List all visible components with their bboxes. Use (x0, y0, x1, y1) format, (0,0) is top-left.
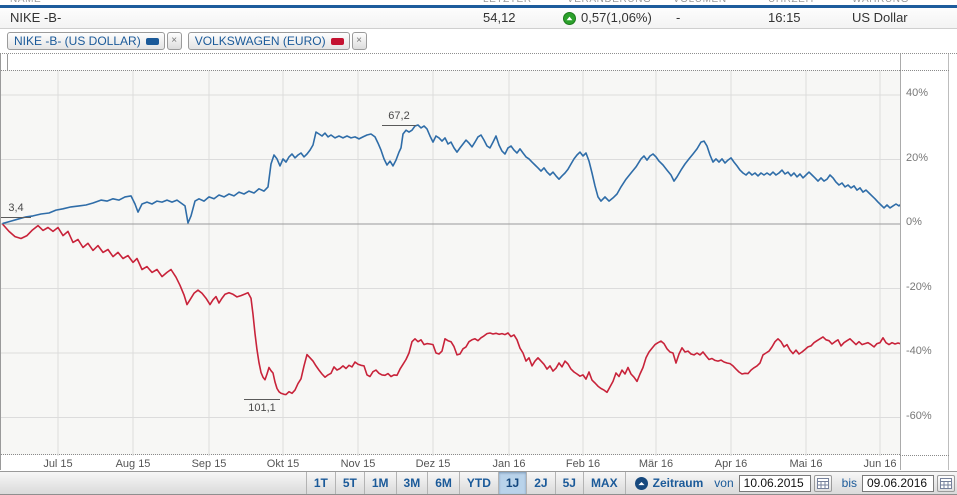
chart-widget: 67,2 3,4 101,1 40% 20% 0% -20% -40% -60% Jul 15… (0, 54, 957, 471)
price-annotation: 101,1 (232, 402, 292, 414)
calendar-from-button[interactable] (814, 475, 832, 492)
date-from-input[interactable] (739, 475, 811, 492)
x-tick-label: Jul 15 (26, 458, 90, 470)
plot-top-border-ext (900, 70, 949, 71)
annotation-line (1, 217, 31, 218)
range-button-1j[interactable]: 1J (499, 472, 527, 494)
y-tick-label: -40% (906, 345, 932, 357)
x-tick-label: Feb 16 (551, 458, 615, 470)
x-tick-label: Aug 15 (101, 458, 165, 470)
tag-close-button-2[interactable]: × (352, 32, 367, 50)
quote-row[interactable]: NIKE -B- 54,12 0,57(1,06%) - 16:15 US Do… (0, 8, 957, 29)
price-annotation: 3,4 (0, 202, 46, 214)
bis-label: bis (842, 476, 857, 490)
series-color-swatch (331, 38, 344, 45)
x-tick-label: Okt 15 (251, 458, 315, 470)
price-annotation: 67,2 (369, 110, 429, 122)
comparison-tag-2[interactable]: VOLKSWAGEN (EURO) (188, 32, 350, 50)
tag-label: VOLKSWAGEN (EURO) (195, 34, 326, 48)
zeitraum-group: Zeitraum von bis (626, 472, 955, 494)
range-button-5j[interactable]: 5J (556, 472, 584, 494)
y-tick-label: -60% (906, 410, 932, 422)
time-value: 16:15 (768, 8, 801, 28)
y-tick-label: 0% (906, 216, 922, 228)
x-tick-label: Nov 15 (326, 458, 390, 470)
currency-value: US Dollar (852, 8, 908, 28)
range-button-1t[interactable]: 1T (306, 472, 336, 494)
plot-bottom-border-ext (900, 455, 949, 456)
instrument-name[interactable]: NIKE -B- (10, 8, 61, 28)
change-up-icon (563, 12, 576, 25)
range-button-ytd[interactable]: YTD (460, 472, 499, 494)
x-tick-label: Apr 16 (699, 458, 763, 470)
tag-label: NIKE -B- (US DOLLAR) (14, 34, 141, 48)
series-line-nike-b-us-dollar- (3, 125, 900, 223)
volume-value: - (676, 8, 680, 28)
x-tick-label: Mai 16 (774, 458, 838, 470)
range-button-group: 1T5T1M3M6MYTD1J2J5JMAX (306, 472, 626, 494)
x-tick-label: Sep 15 (177, 458, 241, 470)
annotation-line (244, 399, 280, 400)
calendar-to-button[interactable] (937, 475, 955, 492)
zeitraum-label: Zeitraum (653, 476, 704, 490)
change-value: 0,57(1,06%) (581, 8, 652, 28)
range-button-max[interactable]: MAX (584, 472, 626, 494)
range-button-6m[interactable]: 6M (428, 472, 460, 494)
time-range-toolbar: 1T5T1M3M6MYTD1J2J5JMAX Zeitraum von bis (0, 471, 957, 495)
x-tick-label: Dez 15 (401, 458, 465, 470)
plot-area[interactable]: 67,2 3,4 101,1 (1, 70, 900, 455)
range-button-2j[interactable]: 2J (527, 472, 555, 494)
widget-right-border (948, 54, 949, 470)
y-tick-label: -20% (906, 281, 932, 293)
collapse-circle-icon[interactable] (635, 477, 648, 490)
calendar-icon (817, 478, 829, 489)
range-button-1m[interactable]: 1M (365, 472, 397, 494)
y-tick-label: 20% (906, 152, 928, 164)
von-label: von (714, 476, 733, 490)
range-button-5t[interactable]: 5T (336, 472, 365, 494)
range-button-3m[interactable]: 3M (397, 472, 429, 494)
series-line-volkswagen-euro- (3, 225, 900, 395)
comparison-tag-row: NIKE -B- (US DOLLAR) × VOLKSWAGEN (EURO) × (0, 29, 957, 54)
right-axis-line (900, 54, 901, 470)
calendar-icon (940, 478, 952, 489)
date-to-input[interactable] (862, 475, 934, 492)
series-color-swatch (146, 38, 159, 45)
chart-app: NAMELETZTERVERÄNDERUNGVOLUMENUHRZEITWÄHR… (0, 0, 957, 495)
x-tick-label: Jan 16 (477, 458, 541, 470)
comparison-tag-1[interactable]: NIKE -B- (US DOLLAR) (7, 32, 165, 50)
x-tick-label: Mär 16 (624, 458, 688, 470)
axis-top-tick (7, 54, 8, 70)
y-tick-label: 40% (906, 87, 928, 99)
annotation-line (382, 125, 416, 126)
x-tick-label: Jun 16 (848, 458, 912, 470)
last-price: 54,12 (483, 8, 516, 28)
tag-close-button-1[interactable]: × (167, 32, 182, 50)
